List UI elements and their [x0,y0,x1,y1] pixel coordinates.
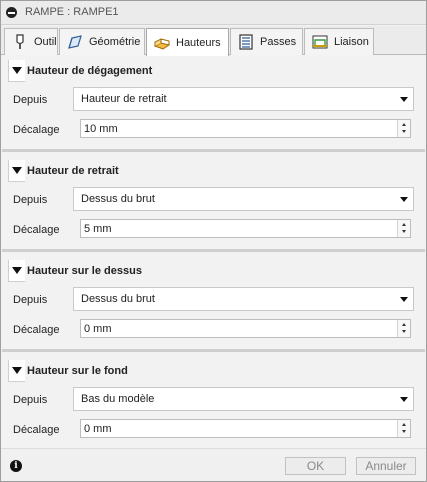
title-bar: RAMPE : RAMPE1 [1,1,426,25]
arrow-up-icon[interactable] [402,323,406,326]
section-divider [2,249,425,252]
tab-geometrie[interactable]: Géométrie [59,28,145,55]
ok-button[interactable]: OK [285,457,346,475]
spinner-buttons[interactable] [397,220,410,237]
spinner-buttons[interactable] [397,420,410,437]
arrow-up-icon[interactable] [402,423,406,426]
offset-input[interactable]: 0 mm [80,419,411,438]
chevron-down-icon [400,297,408,302]
section-header[interactable]: Hauteur sur le fond [8,360,128,382]
offset-value: 0 mm [84,323,112,335]
offset-value: 10 mm [84,123,118,135]
tab-outil[interactable]: Outil [4,28,58,55]
passes-icon [237,33,255,51]
tab-content-hauteurs: Hauteur de dégagement Depuis Hauteur de … [2,56,425,447]
geometry-icon [66,33,84,51]
offset-label: Décalage [13,424,60,436]
section-header[interactable]: Hauteur de retrait [8,160,119,182]
tab-label: Passes [260,36,297,48]
chevron-down-icon [400,97,408,102]
section-top-height: Hauteur sur le dessus Depuis Dessus du b… [2,256,425,351]
from-dropdown-value: Dessus du brut [81,193,155,205]
info-icon[interactable]: i [10,460,22,472]
linking-icon [311,33,329,51]
tab-passes[interactable]: Passes [230,28,303,55]
from-dropdown[interactable]: Dessus du brut [73,187,414,211]
arrow-up-icon[interactable] [402,123,406,126]
offset-value: 5 mm [84,223,112,235]
collapse-icon[interactable] [6,7,17,18]
spinner-buttons[interactable] [397,120,410,137]
dialog-title: RAMPE : RAMPE1 [25,6,119,18]
tab-hauteurs[interactable]: Hauteurs [146,28,229,56]
from-dropdown-value: Bas du modèle [81,393,155,405]
from-dropdown[interactable]: Hauteur de retrait [73,87,414,111]
offset-label: Décalage [13,124,60,136]
cancel-button[interactable]: Annuler [356,457,416,475]
section-retract-height: Hauteur de retrait Depuis Dessus du brut… [2,156,425,251]
chevron-down-icon [400,397,408,402]
tab-label: Liaison [334,36,369,48]
tool-icon [11,33,29,51]
arrow-down-icon[interactable] [402,430,406,433]
offset-input[interactable]: 0 mm [80,319,411,338]
section-header[interactable]: Hauteur de dégagement [8,60,152,82]
section-divider [2,349,425,352]
from-dropdown-value: Dessus du brut [81,293,155,305]
arrow-down-icon[interactable] [402,330,406,333]
arrow-down-icon[interactable] [402,130,406,133]
from-dropdown[interactable]: Bas du modèle [73,387,414,411]
chevron-down-icon [400,197,408,202]
tab-bar: Outil Géométrie Hauteurs Passes Liaison [1,26,426,56]
offset-label: Décalage [13,224,60,236]
from-label: Depuis [13,294,48,306]
tab-label: Géométrie [89,36,141,48]
collapse-triangle-icon[interactable] [8,160,25,182]
tab-label: Hauteurs [176,36,221,49]
spinner-buttons[interactable] [397,320,410,337]
heights-icon [153,34,171,52]
collapse-triangle-icon[interactable] [8,360,25,382]
arrow-up-icon[interactable] [402,223,406,226]
offset-input[interactable]: 10 mm [80,119,411,138]
dialog-footer: i OK Annuler [1,448,426,481]
section-title: Hauteur de retrait [27,165,119,177]
section-header[interactable]: Hauteur sur le dessus [8,260,142,282]
dialog-window: RAMPE : RAMPE1 Outil Géométrie Hauteurs … [0,0,427,482]
collapse-triangle-icon[interactable] [8,260,25,282]
tab-label: Outil [34,36,57,48]
section-clearance-height: Hauteur de dégagement Depuis Hauteur de … [2,56,425,151]
offset-input[interactable]: 5 mm [80,219,411,238]
collapse-triangle-icon[interactable] [8,60,25,82]
from-label: Depuis [13,94,48,106]
section-title: Hauteur de dégagement [27,65,153,77]
section-divider [2,149,425,152]
from-label: Depuis [13,194,48,206]
section-title: Hauteur sur le fond [27,365,128,377]
arrow-down-icon[interactable] [402,230,406,233]
section-bottom-height: Hauteur sur le fond Depuis Bas du modèle… [2,356,425,447]
section-title: Hauteur sur le dessus [27,265,142,277]
from-dropdown[interactable]: Dessus du brut [73,287,414,311]
offset-value: 0 mm [84,423,112,435]
offset-label: Décalage [13,324,60,336]
from-label: Depuis [13,394,48,406]
from-dropdown-value: Hauteur de retrait [81,93,167,105]
tab-liaison[interactable]: Liaison [304,28,374,55]
